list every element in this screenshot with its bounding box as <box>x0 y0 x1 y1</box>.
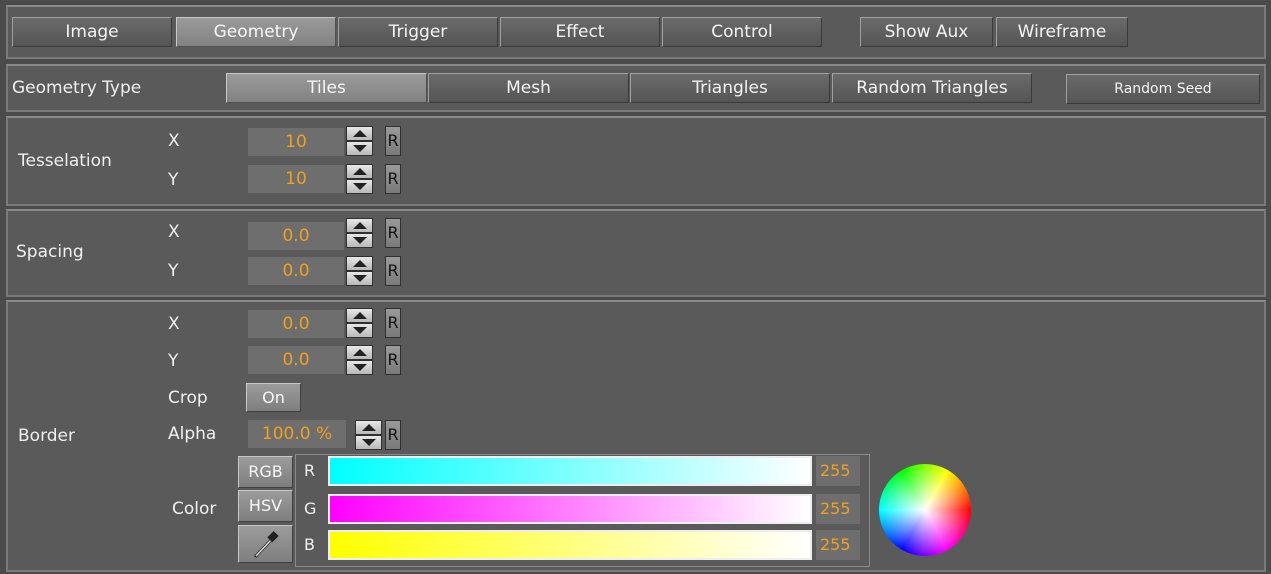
up-arrow-icon[interactable] <box>346 308 373 323</box>
up-arrow-icon[interactable] <box>346 164 373 179</box>
tesselation-y-label: Y <box>168 170 179 190</box>
spacing-x-reset-button[interactable]: R <box>385 218 401 248</box>
up-arrow-icon[interactable] <box>346 218 373 233</box>
tesselation-x-label: X <box>168 131 180 151</box>
down-arrow-icon[interactable] <box>346 271 373 286</box>
up-arrow-icon[interactable] <box>346 345 373 360</box>
geometry-option-tiles[interactable]: Tiles <box>226 73 427 103</box>
channel-g-slider[interactable] <box>328 494 812 524</box>
crop-label: Crop <box>168 388 208 408</box>
channel-b-slider[interactable] <box>328 530 812 560</box>
tesselation-x-reset-button[interactable]: R <box>385 126 401 156</box>
tesselation-panel <box>6 116 1266 206</box>
down-arrow-icon[interactable] <box>346 323 373 338</box>
tab-geometry[interactable]: Geometry <box>176 17 336 47</box>
up-arrow-icon[interactable] <box>346 126 373 141</box>
tab-trigger[interactable]: Trigger <box>338 17 498 47</box>
tab-effect[interactable]: Effect <box>500 17 660 47</box>
up-arrow-icon[interactable] <box>355 420 382 435</box>
border-x-label: X <box>168 314 180 334</box>
border-y-field[interactable]: 0.0 <box>248 346 344 374</box>
spacing-y-reset-button[interactable]: R <box>385 256 401 286</box>
geometry-type-label: Geometry Type <box>12 78 142 98</box>
border-x-spinner[interactable] <box>346 308 373 338</box>
geometry-option-random-triangles[interactable]: Random Triangles <box>832 73 1032 103</box>
spacing-panel <box>6 209 1266 297</box>
crop-toggle-button[interactable]: On <box>246 383 301 412</box>
spacing-y-label: Y <box>168 261 179 281</box>
spacing-y-spinner[interactable] <box>346 256 373 286</box>
tesselation-y-field[interactable]: 10 <box>248 165 344 193</box>
alpha-reset-button[interactable]: R <box>385 420 401 450</box>
border-x-reset-button[interactable]: R <box>385 308 401 338</box>
tab-image[interactable]: Image <box>12 17 172 47</box>
down-arrow-icon[interactable] <box>355 435 382 450</box>
border-x-field[interactable]: 0.0 <box>248 310 344 338</box>
spacing-y-field[interactable]: 0.0 <box>248 257 344 285</box>
show-aux-button[interactable]: Show Aux <box>860 17 993 47</box>
channel-b-label: B <box>304 535 315 554</box>
down-arrow-icon[interactable] <box>346 179 373 194</box>
channel-r-label: R <box>304 461 316 480</box>
spacing-x-field[interactable]: 0.0 <box>248 222 344 250</box>
channel-b-value[interactable]: 255 <box>816 530 860 560</box>
down-arrow-icon[interactable] <box>346 360 373 375</box>
geometry-option-mesh[interactable]: Mesh <box>428 73 629 103</box>
random-seed-button[interactable]: Random Seed <box>1066 74 1260 104</box>
channel-g-label: G <box>304 499 317 518</box>
border-y-label: Y <box>168 351 179 371</box>
geometry-option-triangles[interactable]: Triangles <box>630 73 830 103</box>
border-y-reset-button[interactable]: R <box>385 345 401 375</box>
tesselation-x-field[interactable]: 10 <box>248 128 344 156</box>
channel-r-slider[interactable] <box>328 456 812 486</box>
color-wheel-icon[interactable] <box>879 464 971 556</box>
spacing-label: Spacing <box>16 242 84 262</box>
down-arrow-icon[interactable] <box>346 233 373 248</box>
rgb-mode-button[interactable]: RGB <box>238 456 293 488</box>
color-label: Color <box>172 499 217 519</box>
tesselation-x-spinner[interactable] <box>346 126 373 156</box>
channel-g-value[interactable]: 255 <box>816 494 860 524</box>
eyedropper-icon <box>253 531 279 559</box>
up-arrow-icon[interactable] <box>346 256 373 271</box>
border-y-spinner[interactable] <box>346 345 373 375</box>
alpha-spinner[interactable] <box>355 420 382 450</box>
spacing-x-spinner[interactable] <box>346 218 373 248</box>
border-label: Border <box>18 426 75 446</box>
spacing-x-label: X <box>168 222 180 242</box>
hsv-mode-button[interactable]: HSV <box>238 490 293 522</box>
down-arrow-icon[interactable] <box>346 141 373 156</box>
tesselation-label: Tesselation <box>18 151 112 171</box>
alpha-field[interactable]: 100.0 % <box>248 420 346 448</box>
eyedropper-button[interactable] <box>238 525 293 563</box>
wireframe-button[interactable]: Wireframe <box>996 17 1128 47</box>
tesselation-y-spinner[interactable] <box>346 164 373 194</box>
tab-control[interactable]: Control <box>662 17 822 47</box>
alpha-label: Alpha <box>168 424 217 444</box>
tesselation-y-reset-button[interactable]: R <box>385 164 401 194</box>
channel-r-value[interactable]: 255 <box>816 456 860 486</box>
